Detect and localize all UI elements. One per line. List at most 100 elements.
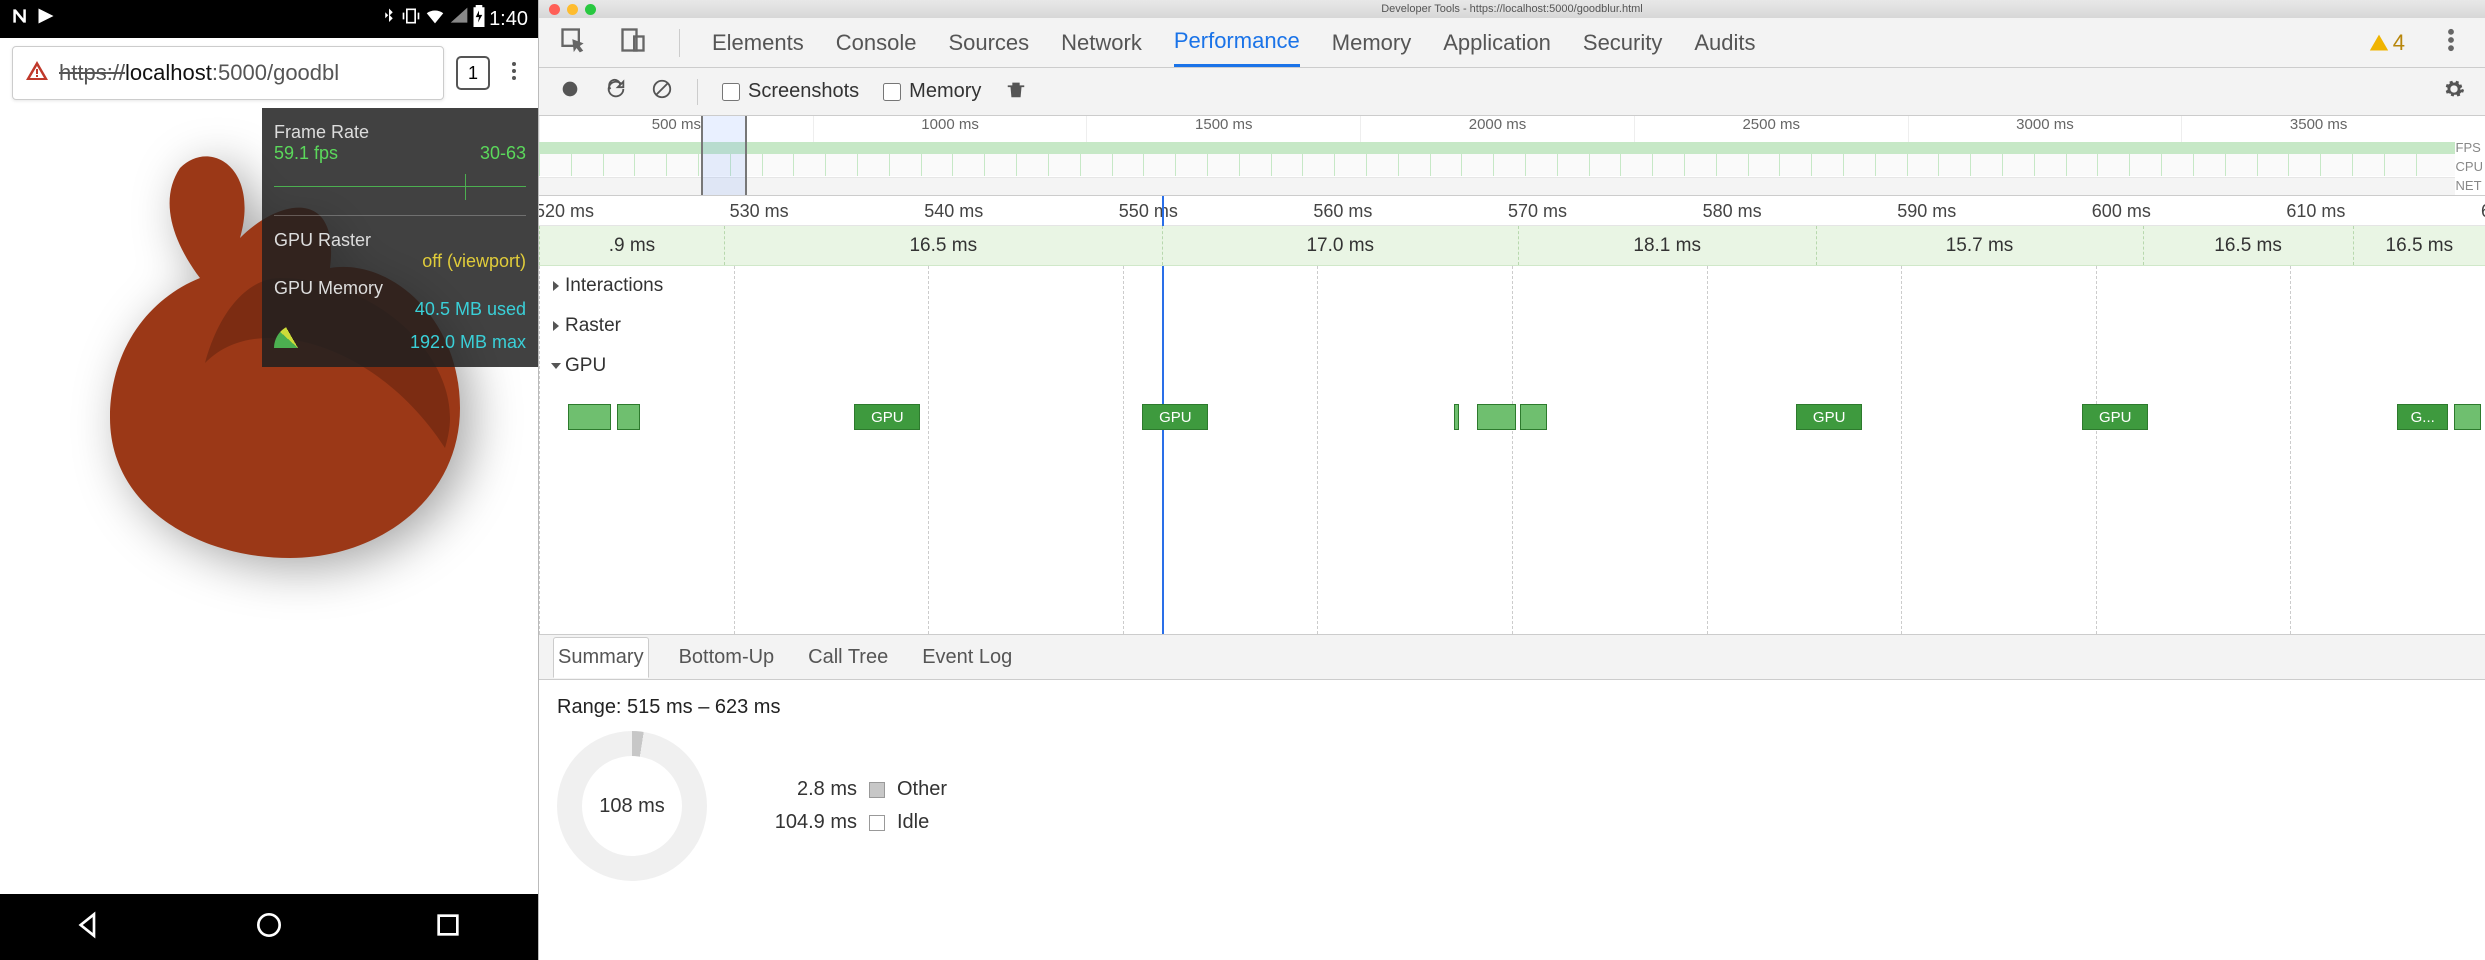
tab-sources[interactable]: Sources xyxy=(948,20,1029,66)
screenshots-checkbox[interactable]: Screenshots xyxy=(722,80,859,103)
gpu-block[interactable] xyxy=(2454,404,2481,430)
inspect-element-button[interactable] xyxy=(559,26,587,60)
device-toggle-button[interactable] xyxy=(619,26,647,60)
overlay-fps-value: 59.1 fps xyxy=(274,143,338,164)
flame-tick: 550 ms xyxy=(1119,201,1178,222)
gpu-lane[interactable]: GPU GPU GPU GPU G... xyxy=(539,386,2485,506)
battery-icon xyxy=(472,5,486,33)
flame-tick: 520 ms xyxy=(539,201,594,222)
gpu-block[interactable]: GPU xyxy=(1142,404,1208,430)
track-raster[interactable]: Raster xyxy=(539,306,2485,346)
subtab-bottomup[interactable]: Bottom-Up xyxy=(675,638,779,677)
window-titlebar[interactable]: Developer Tools - https://localhost:5000… xyxy=(539,0,2485,18)
flame-tick: 580 ms xyxy=(1703,201,1762,222)
vibrate-icon xyxy=(401,6,421,32)
frame-segment[interactable]: 15.7 ms xyxy=(1816,226,2143,265)
overview-fps-label: FPS xyxy=(2456,140,2483,155)
gpu-overlay-panel: Frame Rate 59.1 fps 30-63 GPU Raster off… xyxy=(262,108,538,367)
nav-home-button[interactable] xyxy=(253,909,285,946)
overview-tick: 2000 ms xyxy=(1360,116,1634,142)
gpu-block[interactable]: GPU xyxy=(854,404,920,430)
gpu-block[interactable]: GPU xyxy=(2082,404,2148,430)
overlay-fps-sparkline xyxy=(274,168,526,216)
frames-lane[interactable]: .9 ms16.5 ms17.0 ms18.1 ms15.7 ms16.5 ms… xyxy=(539,226,2485,266)
overview-tick: 500 ms xyxy=(539,116,813,142)
overview-fps-band xyxy=(539,142,2455,154)
page-viewport[interactable]: Frame Rate 59.1 fps 30-63 GPU Raster off… xyxy=(0,108,538,894)
gpu-block[interactable]: GPU xyxy=(1796,404,1862,430)
gpu-block[interactable]: G... xyxy=(2397,404,2448,430)
flame-tick: 590 ms xyxy=(1897,201,1956,222)
tab-network[interactable]: Network xyxy=(1061,20,1142,66)
memory-checkbox[interactable]: Memory xyxy=(883,80,981,103)
flame-ruler[interactable]: 520 ms530 ms540 ms550 ms560 ms570 ms580 … xyxy=(539,196,2485,226)
flame-tick: 600 ms xyxy=(2092,201,2151,222)
signal-icon xyxy=(449,6,469,32)
perf-settings-button[interactable] xyxy=(2443,78,2465,106)
insecure-warning-icon xyxy=(25,59,49,88)
flame-tick: 570 ms xyxy=(1508,201,1567,222)
overview-selection[interactable] xyxy=(701,116,748,195)
url-text: https://localhost:5000/goodbl xyxy=(59,60,339,86)
summary-panel: Range: 515 ms – 623 ms 108 ms 2.8 msOthe… xyxy=(539,680,2485,960)
clock-text: 1:40 xyxy=(489,8,528,31)
tab-application[interactable]: Application xyxy=(1443,20,1551,66)
devtools-menu-button[interactable] xyxy=(2437,26,2465,60)
devtools-tabs: Elements Console Sources Network Perform… xyxy=(539,18,2485,68)
summary-total: 108 ms xyxy=(599,795,665,818)
reload-record-button[interactable] xyxy=(605,78,627,106)
overview-tick: 3500 ms xyxy=(2181,116,2455,142)
track-gpu[interactable]: GPU xyxy=(539,346,2485,386)
frame-segment[interactable]: 18.1 ms xyxy=(1518,226,1816,265)
track-interactions[interactable]: Interactions xyxy=(539,266,2485,306)
android-statusbar: 1:40 xyxy=(0,0,538,38)
flame-tick: 530 ms xyxy=(730,201,789,222)
tab-performance[interactable]: Performance xyxy=(1174,18,1300,67)
overview-net-label: NET xyxy=(2456,178,2483,193)
chrome-toolbar: https://localhost:5000/goodbl 1 xyxy=(0,38,538,108)
flame-tick: 610 ms xyxy=(2286,201,2345,222)
nav-back-button[interactable] xyxy=(74,909,106,946)
overlay-mem-gauge xyxy=(274,324,322,348)
warnings-badge[interactable]: 4 xyxy=(2369,30,2405,56)
url-box[interactable]: https://localhost:5000/goodbl xyxy=(12,46,444,100)
bluetooth-icon xyxy=(380,7,398,31)
gpu-block[interactable] xyxy=(617,404,640,430)
flame-chart[interactable]: 520 ms530 ms540 ms550 ms560 ms570 ms580 … xyxy=(539,196,2485,634)
window-title: Developer Tools - https://localhost:5000… xyxy=(539,3,2485,15)
frame-segment[interactable]: 16.5 ms xyxy=(2353,226,2485,265)
overlay-gpu-raster-label: GPU Raster xyxy=(274,230,371,251)
gpu-block[interactable] xyxy=(568,404,611,430)
perf-subtabs: Summary Bottom-Up Call Tree Event Log xyxy=(539,634,2485,680)
frame-segment[interactable]: .9 ms xyxy=(539,226,724,265)
devtools-window: Developer Tools - https://localhost:5000… xyxy=(538,0,2485,960)
gpu-block[interactable] xyxy=(1454,404,1460,430)
summary-range: Range: 515 ms – 623 ms xyxy=(557,696,2467,719)
gc-button[interactable] xyxy=(1005,78,1027,106)
frame-segment[interactable]: 16.5 ms xyxy=(2143,226,2353,265)
frame-segment[interactable]: 16.5 ms xyxy=(724,226,1162,265)
subtab-eventlog[interactable]: Event Log xyxy=(918,638,1016,677)
overlay-gpu-raster-value: off (viewport) xyxy=(422,251,526,272)
record-button[interactable] xyxy=(559,78,581,106)
overview-tick: 2500 ms xyxy=(1634,116,1908,142)
gpu-block[interactable] xyxy=(1520,404,1547,430)
overlay-gpu-mem-used: 40.5 MB used xyxy=(415,299,526,320)
perf-overview[interactable]: 500 ms1000 ms1500 ms2000 ms2500 ms3000 m… xyxy=(539,116,2485,196)
tab-switcher-button[interactable]: 1 xyxy=(456,56,490,90)
clear-button[interactable] xyxy=(651,78,673,106)
overlay-gpu-mem-max: 192.0 MB max xyxy=(410,332,526,353)
gpu-block[interactable] xyxy=(1477,404,1516,430)
tab-console[interactable]: Console xyxy=(836,20,917,66)
tab-memory[interactable]: Memory xyxy=(1332,20,1411,66)
tab-security[interactable]: Security xyxy=(1583,20,1662,66)
nav-recent-button[interactable] xyxy=(432,909,464,946)
tab-audits[interactable]: Audits xyxy=(1694,20,1755,66)
subtab-calltree[interactable]: Call Tree xyxy=(804,638,892,677)
perf-toolbar: Screenshots Memory xyxy=(539,68,2485,116)
overview-tick: 3000 ms xyxy=(1908,116,2182,142)
frame-segment[interactable]: 17.0 ms xyxy=(1162,226,1518,265)
tab-elements[interactable]: Elements xyxy=(712,20,804,66)
subtab-summary[interactable]: Summary xyxy=(553,637,649,678)
chrome-menu-button[interactable] xyxy=(502,59,526,88)
